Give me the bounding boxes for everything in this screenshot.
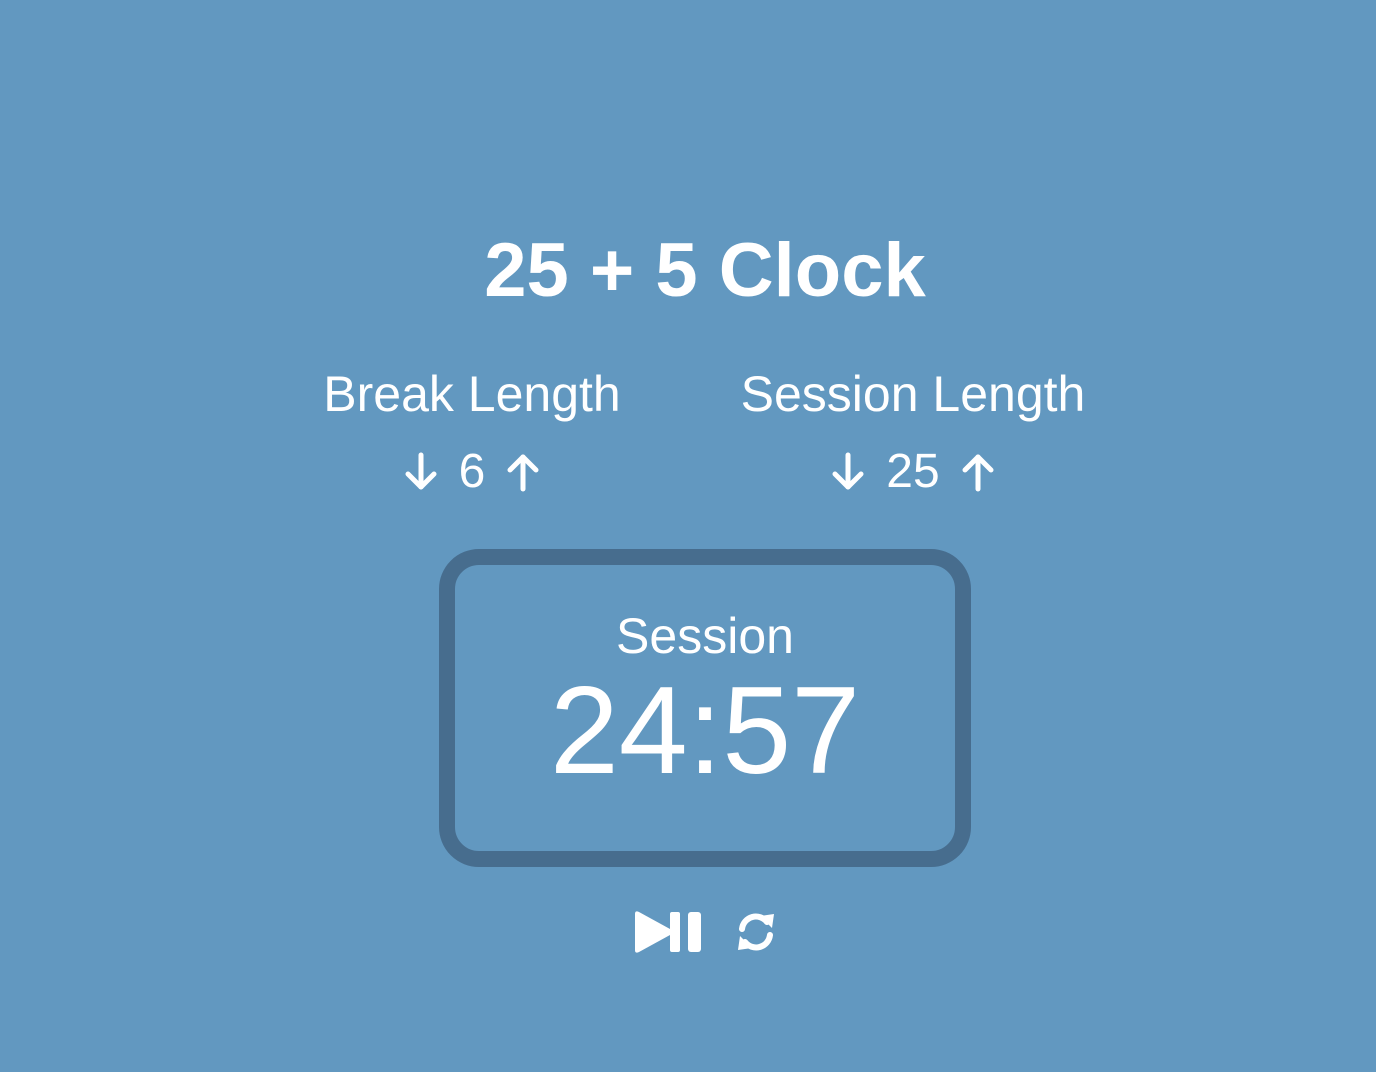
- break-decrement-button[interactable]: [401, 448, 441, 496]
- session-control: Session Length 25: [703, 364, 1123, 502]
- break-control: Break Length 6: [262, 364, 682, 502]
- session-decrement-button[interactable]: [828, 448, 868, 496]
- timer-display: Session 24:57: [439, 549, 971, 867]
- session-label: Session Length: [740, 366, 1086, 422]
- session-increment-button[interactable]: [958, 448, 998, 496]
- reset-button[interactable]: [734, 910, 778, 954]
- arrow-down-icon: [405, 452, 437, 490]
- session-length-value: 25: [886, 445, 940, 498]
- play-pause-icon: [635, 911, 701, 953]
- refresh-icon: [738, 913, 774, 951]
- timer-controls: [0, 910, 1376, 954]
- timer-label: Session: [616, 608, 794, 664]
- arrow-up-icon: [962, 454, 994, 492]
- break-increment-button[interactable]: [503, 448, 543, 496]
- arrow-up-icon: [507, 454, 539, 492]
- arrow-down-icon: [832, 452, 864, 490]
- start-stop-button[interactable]: [632, 910, 704, 954]
- break-length-value: 6: [458, 445, 486, 498]
- break-adjuster: 6: [262, 442, 682, 502]
- break-label: Break Length: [323, 366, 621, 422]
- time-left: 24:57: [549, 662, 861, 800]
- session-adjuster: 25: [703, 442, 1123, 502]
- pomodoro-clock-page: 25 + 5 Clock Break Length 6 Session Leng…: [0, 0, 1376, 1072]
- app-title: 25 + 5 Clock: [484, 228, 926, 313]
